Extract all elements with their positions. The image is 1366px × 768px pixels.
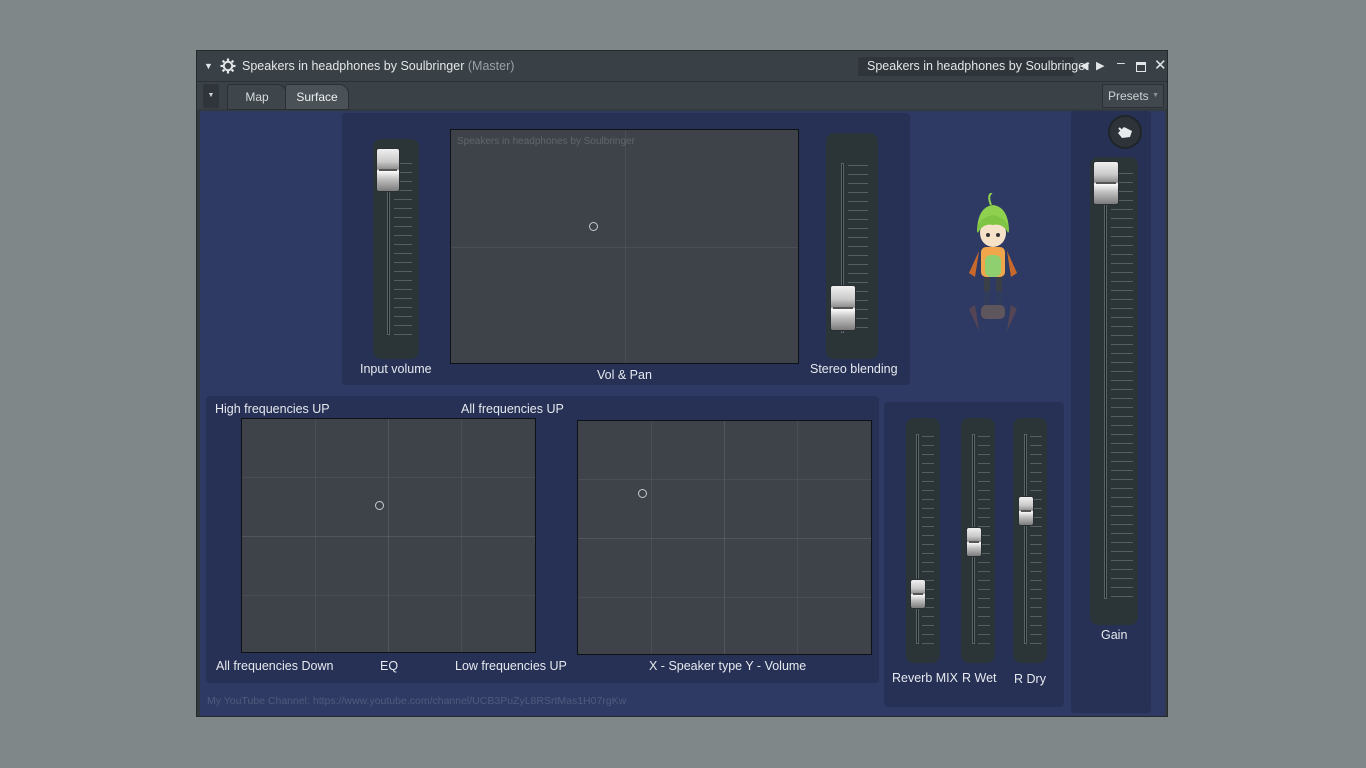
tab-surface-label: Surface xyxy=(296,90,338,104)
eq-handle[interactable] xyxy=(375,501,384,510)
reverb-mix-label: Reverb MIX xyxy=(892,671,958,685)
presets-arrow-icon: ▼ xyxy=(1152,92,1159,99)
focus-title: Speakers in headphones by Soulbringer xyxy=(867,59,1090,73)
reverb-dry-label: R Dry xyxy=(1014,672,1046,686)
window-title: Speakers in headphones by Soulbringer xyxy=(242,59,465,73)
tab-map-label: Map xyxy=(245,90,269,104)
eq-bottom-left-label: All frequencies Down xyxy=(216,659,334,673)
stereo-blending-label: Stereo blending xyxy=(810,362,898,376)
window-menu-arrow-icon[interactable]: ▼ xyxy=(204,51,213,81)
reverb-mix-slider[interactable] xyxy=(910,579,926,610)
gain-slider[interactable] xyxy=(1093,160,1119,205)
mascot-image xyxy=(965,192,1021,343)
minimize-icon[interactable]: – xyxy=(1117,47,1125,77)
hand-icon[interactable] xyxy=(1108,115,1142,149)
tab-map[interactable]: Map xyxy=(227,84,287,110)
reverb-dry-slider[interactable] xyxy=(1018,496,1034,527)
vol-pan-pad[interactable]: Speakers in headphones by Soulbringer xyxy=(450,129,799,364)
youtube-link[interactable]: My YouTube Channel: https://www.youtube.… xyxy=(207,695,626,707)
gain-label: Gain xyxy=(1101,628,1128,642)
eq-bottom-right-label: Low frequencies UP xyxy=(455,659,567,673)
speaker-handle[interactable] xyxy=(638,489,647,498)
next-arrow-icon[interactable]: ▶ xyxy=(1096,51,1104,81)
plugin-window: ▼ Speakers in headphones by Soulbringer … xyxy=(196,50,1168,717)
eq-top-right-label: All frequencies UP xyxy=(461,402,564,416)
gain-panel: Gain xyxy=(1071,111,1151,713)
eq-speaker-panel: High frequencies UP All frequencies UP A… xyxy=(206,396,879,683)
eq-top-left-label: High frequencies UP xyxy=(215,402,330,416)
reverb-panel: Reverb MIX R Wet R Dry xyxy=(884,402,1064,707)
window-title-suffix: (Master) xyxy=(467,59,515,73)
close-icon[interactable]: ✕ xyxy=(1154,51,1167,81)
previous-arrow-icon[interactable]: ◀ xyxy=(1080,51,1088,81)
stereo-blending-slider[interactable] xyxy=(830,284,856,331)
gear-icon[interactable] xyxy=(220,51,236,81)
tab-surface[interactable]: Surface xyxy=(285,84,349,110)
eq-pad[interactable] xyxy=(241,418,536,653)
input-volume-slider[interactable] xyxy=(376,147,400,192)
vol-pan-watermark: Speakers in headphones by Soulbringer xyxy=(457,136,635,147)
vol-pan-handle[interactable] xyxy=(589,222,598,231)
maximize-icon[interactable] xyxy=(1136,51,1146,81)
presets-button[interactable]: Presets ▼ xyxy=(1102,84,1164,108)
vol-pan-label: Vol & Pan xyxy=(597,368,652,382)
eq-label: EQ xyxy=(380,659,399,673)
dropdown-arrow-icon[interactable]: ▼ xyxy=(203,84,219,108)
top-panel: Input volume Speakers in headphones by S… xyxy=(342,113,910,385)
reverb-wet-label: R Wet xyxy=(962,671,997,685)
speaker-label: X - Speaker type Y - Volume xyxy=(649,659,807,673)
surface-area: Input volume Speakers in headphones by S… xyxy=(200,111,1165,716)
presets-label: Presets xyxy=(1108,89,1149,103)
title-bar: ▼ Speakers in headphones by Soulbringer … xyxy=(197,51,1167,82)
reverb-wet-slider[interactable] xyxy=(966,527,982,558)
tab-bar: ▼ Map Surface Presets ▼ xyxy=(197,82,1167,110)
input-volume-label: Input volume xyxy=(360,362,432,376)
speaker-pad[interactable] xyxy=(577,420,872,655)
